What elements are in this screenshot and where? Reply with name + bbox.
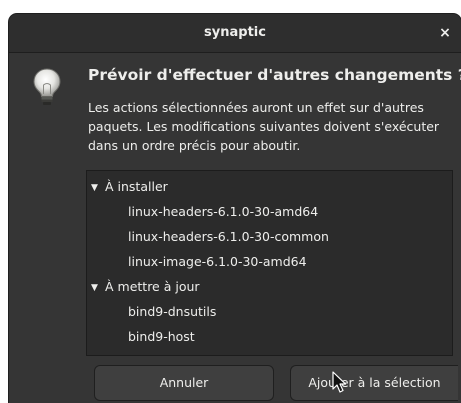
add-to-selection-button[interactable]: Ajouter à la sélection (290, 365, 458, 401)
tree-item[interactable]: bind9-host (128, 324, 195, 349)
changes-tree[interactable]: ▼ À installer linux-headers-6.1.0-30-amd6… (86, 170, 453, 356)
dialog-heading: Prévoir d'effectuer d'autres changements… (88, 66, 461, 84)
tree-item[interactable]: linux-headers-6.1.0-30-amd64 (128, 199, 318, 224)
close-button[interactable]: × (435, 23, 455, 43)
dialog-description: Les actions sélectionnées auront un effe… (88, 100, 440, 153)
mouse-pointer-icon (332, 371, 347, 393)
expander-down-icon[interactable]: ▼ (91, 176, 105, 201)
tree-item[interactable]: linux-image-6.1.0-30-amd64 (128, 249, 307, 274)
tree-group-upgrade[interactable]: ▼ À mettre à jour (91, 274, 200, 299)
expander-down-icon[interactable]: ▼ (91, 276, 105, 301)
lightbulb-icon (33, 68, 61, 105)
tree-item[interactable]: linux-headers-6.1.0-30-common (128, 224, 329, 249)
cancel-button[interactable]: Annuler (94, 365, 274, 401)
tree-group-install[interactable]: ▼ À installer (91, 174, 168, 199)
tree-group-label: À mettre à jour (105, 279, 200, 294)
close-icon: × (439, 25, 451, 41)
title-bar[interactable]: synaptic × (9, 14, 461, 53)
tree-item[interactable]: bind9-dnsutils (128, 299, 216, 324)
dialog-window: synaptic × Prévoir d'effectuer d'autres … (9, 14, 461, 403)
window-title: synaptic (204, 25, 266, 40)
tree-group-label: À installer (105, 179, 168, 194)
